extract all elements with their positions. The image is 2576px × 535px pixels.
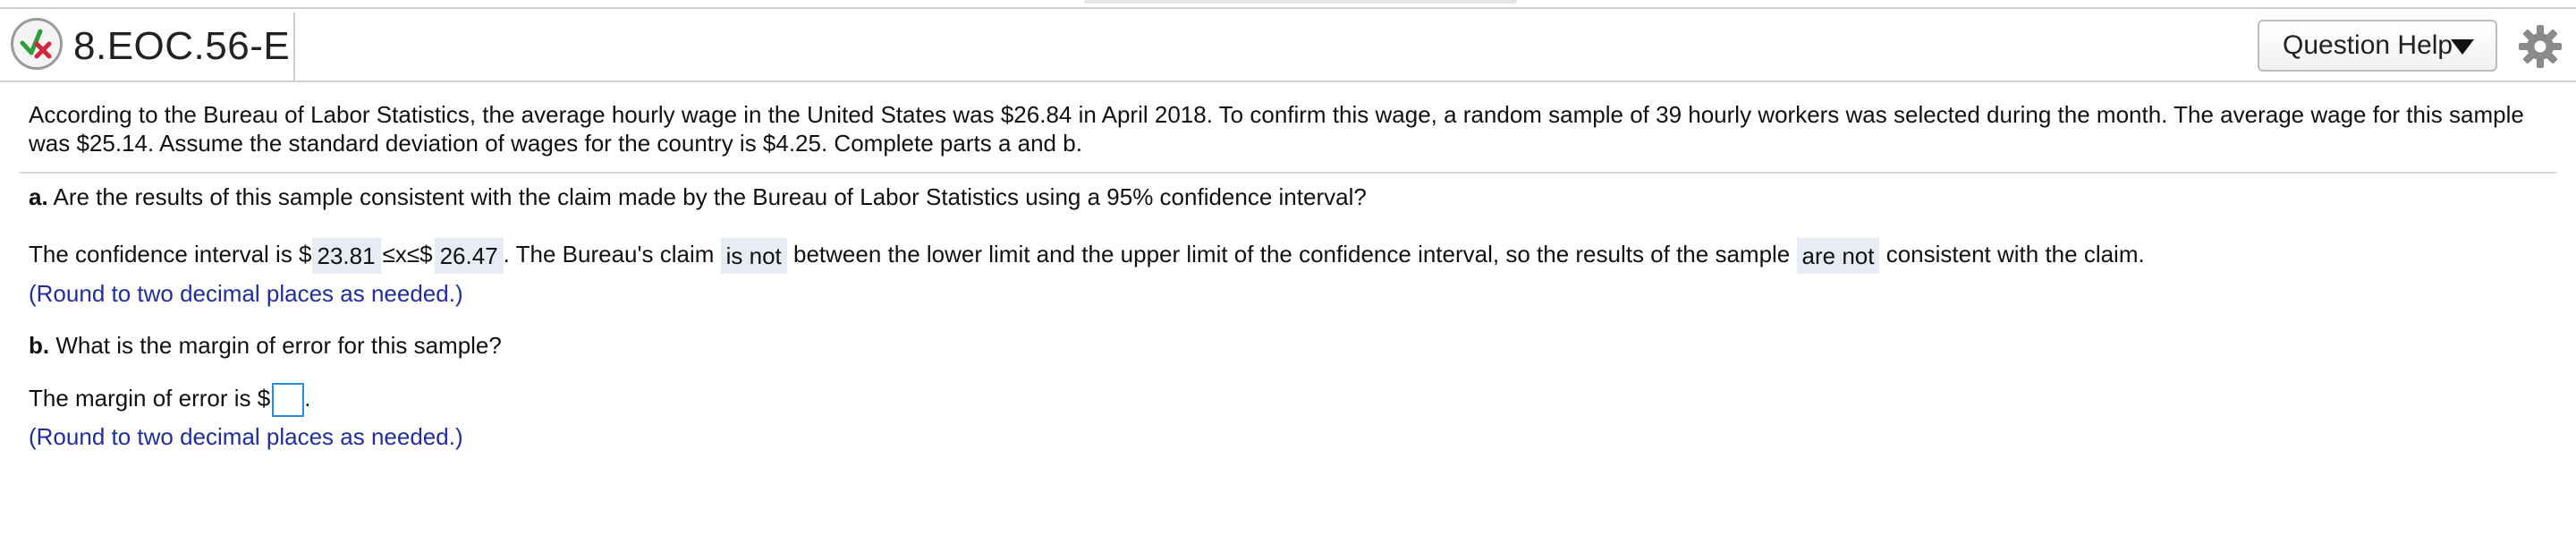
- margin-of-error-input[interactable]: [272, 383, 305, 417]
- question-header: 8.EOC.56-E Question Help: [0, 11, 2576, 82]
- part-a-question-text: Are the results of this sample consisten…: [47, 183, 1367, 210]
- ci-prefix: The confidence interval is $: [29, 240, 312, 268]
- margin-prefix: The margin of error is $: [29, 384, 271, 412]
- consistency-answer[interactable]: are not: [1796, 238, 1880, 274]
- part-b-question: b. What is the margin of error for this …: [29, 331, 502, 360]
- limits-text: between the lower limit and the upper li…: [793, 240, 1791, 268]
- partial-correct-icon: [11, 18, 63, 70]
- ci-upper-answer[interactable]: 26.47: [434, 238, 504, 274]
- claim-answer[interactable]: is not: [720, 238, 787, 274]
- ci-inequality: ≤x≤$: [382, 240, 433, 268]
- part-a-label: a.: [29, 183, 48, 210]
- scroll-thumb[interactable]: [1084, 0, 1517, 4]
- section-divider: [20, 172, 2556, 174]
- part-b-hint: (Round to two decimal places as needed.): [29, 423, 463, 450]
- claim-text: . The Bureau's claim: [503, 240, 715, 268]
- question-help-button[interactable]: Question Help: [2258, 20, 2497, 72]
- header-separator: [293, 13, 295, 82]
- ci-lower-answer[interactable]: 23.81: [311, 238, 381, 274]
- margin-suffix: .: [304, 384, 311, 412]
- problem-statement: According to the Bureau of Labor Statist…: [29, 101, 2524, 157]
- part-b-label: b.: [29, 332, 50, 359]
- part-a-answer-line: The confidence interval is $23.81 ≤x≤$ 26.…: [29, 238, 2145, 274]
- question-help-label: Question Help: [2283, 30, 2453, 60]
- part-a-question: a. Are the results of this sample consis…: [29, 183, 1367, 211]
- caret-down-icon: [2451, 39, 2474, 55]
- part-a-hint: (Round to two decimal places as needed.): [29, 280, 463, 307]
- top-border: [0, 0, 2576, 9]
- gear-icon[interactable]: [2515, 21, 2565, 72]
- part-b-answer-line: The margin of error is $.: [29, 383, 310, 417]
- part-b-question-text: What is the margin of error for this sam…: [49, 332, 502, 359]
- question-id: 8.EOC.56-E: [73, 24, 291, 68]
- consistency-suffix: consistent with the claim.: [1885, 240, 2145, 268]
